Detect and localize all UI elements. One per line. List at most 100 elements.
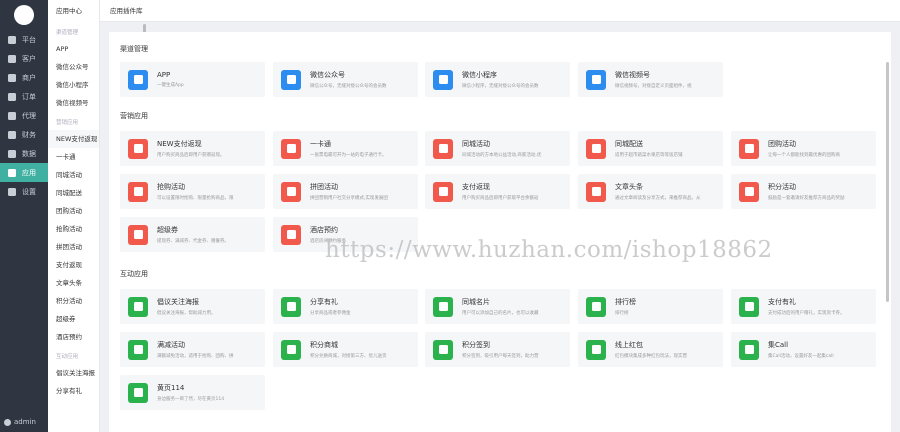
subnav-item[interactable]: 同城活动 bbox=[48, 166, 99, 184]
subnav-item[interactable]: APP bbox=[48, 40, 99, 58]
app-icon bbox=[433, 69, 453, 90]
gear-icon bbox=[8, 187, 16, 196]
subnav-item[interactable]: 积分活动 bbox=[48, 292, 99, 310]
app-card[interactable]: 分享有礼 分享商品或者参佣金 bbox=[273, 289, 418, 324]
app-icon bbox=[433, 138, 453, 159]
app-desc: 积分兑换商城，对接第三方、优儿送货 bbox=[310, 354, 387, 359]
app-card[interactable]: 积分商城积分兑换商城，对接第三方、优儿送货 bbox=[273, 332, 418, 367]
app-desc: 拼团营销用户社交分享模式,实现发展团 bbox=[310, 196, 388, 201]
app-card[interactable]: 集Call 集Call活动，设置好友一起集call bbox=[731, 332, 876, 367]
app-icon bbox=[128, 382, 148, 403]
subnav-group-title: 互动应用 bbox=[56, 354, 79, 360]
subnav-title: 应用中心 bbox=[56, 7, 82, 15]
app-icon bbox=[281, 138, 301, 159]
app-card[interactable]: 同城配送 适用于超市蔬菜水果店等等饭店铺 bbox=[578, 131, 723, 166]
nav-item-label: 平台 bbox=[22, 35, 36, 44]
subnav-item[interactable]: 抢购活动 bbox=[48, 220, 99, 238]
subnav-item[interactable]: 分享有礼 bbox=[48, 382, 99, 400]
app-title: 满减活动 bbox=[157, 341, 185, 349]
app-card[interactable]: 倡议关注海报倡议关注海报，帮助减力用。 bbox=[120, 289, 265, 324]
subnav-item[interactable]: 一卡通 bbox=[48, 148, 99, 166]
logo[interactable] bbox=[14, 5, 34, 25]
app-desc: 适用于超市蔬菜水果店等等饭店铺 bbox=[615, 153, 683, 158]
app-icon bbox=[739, 296, 759, 317]
app-desc: 用户可以添加自己的名片，也可以收藏 bbox=[462, 311, 539, 316]
app-card[interactable]: 拼团活动 拼团营销用户社交分享模式,实现发展团 bbox=[273, 174, 418, 209]
app-desc: 通过文章阅读及分享方式，来推荐商品，从 bbox=[615, 196, 701, 201]
app-card[interactable]: 线上红包红包模块集成多种红包玩法，现实营 bbox=[578, 332, 723, 367]
subnav-item[interactable]: 支付返现 bbox=[48, 256, 99, 274]
app-card[interactable]: 积分签到 积分签到，吸引用户每天签到，助力营 bbox=[425, 332, 570, 367]
app-desc: 让每一个人都能找到最优惠的团购商 bbox=[768, 153, 840, 158]
subnav-item[interactable]: 超级券 bbox=[48, 310, 99, 328]
app-card[interactable]: 排行榜 排行榜 bbox=[578, 289, 723, 324]
app-desc: 鼓励是一套邀请好友推荐方商品的奖励 bbox=[768, 196, 845, 201]
nav-item-0[interactable]: 平台 bbox=[0, 30, 48, 49]
app-card[interactable]: 黄页114 身边服务一目了然，尽在黄页114 bbox=[120, 375, 265, 410]
app-card[interactable]: NEW支付返现 用户购买商品后即用户获赠返现。 bbox=[120, 131, 265, 166]
app-title: 线上红包 bbox=[615, 341, 643, 349]
app-card[interactable]: 支付有礼支付成功后的用户赠礼，实现资卡券。 bbox=[731, 289, 876, 324]
app-title: 支付有礼 bbox=[768, 298, 796, 306]
nav-item-5[interactable]: 财务 bbox=[0, 125, 48, 144]
app-title: 倡议关注海报 bbox=[157, 298, 199, 306]
app-card[interactable]: 微信公众号 微信公众号，无缝对接公众号的会员数 bbox=[273, 62, 418, 97]
nav-item-3[interactable]: 订单 bbox=[0, 87, 48, 106]
subnav-item[interactable]: 微信视频号 bbox=[48, 94, 99, 112]
app-card[interactable]: 抢购活动 可以设置限时抢购、限量抢购商品，限 bbox=[120, 174, 265, 209]
app-desc: 微信公众号，无缝对接公众号的会员数 bbox=[310, 84, 387, 89]
user-menu[interactable]: admin bbox=[4, 418, 36, 426]
app-desc: 支付成功后的用户赠礼，实现资卡券。 bbox=[768, 311, 845, 316]
nav-item-8[interactable]: 设置 bbox=[0, 182, 48, 201]
nav-item-7[interactable]: 应用 bbox=[0, 163, 48, 182]
subnav-item[interactable]: 同城配送 bbox=[48, 184, 99, 202]
nav-item-label: 设置 bbox=[22, 187, 36, 196]
app-title: 微信视频号 bbox=[615, 71, 650, 79]
app-card[interactable]: 文章头条 通过文章阅读及分享方式，来推荐商品，从 bbox=[578, 174, 723, 209]
app-title: 酒店预约 bbox=[310, 226, 338, 234]
subnav-item[interactable]: 酒店预约 bbox=[48, 328, 99, 346]
subnav-item[interactable]: NEW支付返现 bbox=[48, 130, 99, 148]
app-card[interactable]: 超级券 提现券、满减券、代金券、赠餐券。 bbox=[120, 217, 265, 252]
app-desc: 用户购买商品后即用户获取平台余额返 bbox=[462, 196, 539, 201]
app-card[interactable]: 满减活动 满额减免活动，适用于抢购、团购、拼 bbox=[120, 332, 265, 367]
app-card[interactable]: 微信视频号 微信视频号，对接自定义页面组件，视 bbox=[578, 62, 723, 97]
subnav-item[interactable]: 团购活动 bbox=[48, 202, 99, 220]
nav-item-label: 订单 bbox=[22, 92, 36, 101]
app-icon bbox=[128, 224, 148, 245]
subnav-item[interactable]: 微信公众号 bbox=[48, 58, 99, 76]
app-card[interactable]: 一卡通 一张票电最可开为一站的电子通行卡。 bbox=[273, 131, 418, 166]
app-desc: 倡议关注海报，帮助减力用。 bbox=[157, 311, 216, 316]
nav-item-4[interactable]: 代理 bbox=[0, 106, 48, 125]
subnav-group-title: 渠道管理 bbox=[56, 30, 79, 36]
app-icon bbox=[281, 224, 301, 245]
app-card[interactable]: 同城活动 同城活动的方本地公益活动,商家活动,优 bbox=[425, 131, 570, 166]
app-card[interactable]: 同城名片 用户可以添加自己的名片，也可以收藏 bbox=[425, 289, 570, 324]
app-title: 积分商城 bbox=[310, 341, 338, 349]
subnav-item[interactable]: 微信小程序 bbox=[48, 76, 99, 94]
app-title: 集Call bbox=[768, 341, 789, 349]
header: 应用插件库 bbox=[100, 0, 900, 22]
app-desc: 红包模块集成多种红包玩法，现实营 bbox=[615, 354, 687, 359]
subnav-item[interactable]: 拼团活动 bbox=[48, 238, 99, 256]
page-title: 应用插件库 bbox=[110, 7, 143, 15]
app-card[interactable]: 团购活动让每一个人都能找到最优惠的团购商 bbox=[731, 131, 876, 166]
nav-item-1[interactable]: 客户 bbox=[0, 49, 48, 68]
subnav-item[interactable]: 倡议关注海报 bbox=[48, 364, 99, 382]
app-icon bbox=[281, 296, 301, 317]
app-title: 一卡通 bbox=[310, 140, 331, 148]
nav-item-2[interactable]: 商户 bbox=[0, 68, 48, 87]
app-title: 排行榜 bbox=[615, 298, 636, 306]
subnav-item[interactable]: 文章头条 bbox=[48, 274, 99, 292]
app-title: 积分签到 bbox=[462, 341, 490, 349]
app-icon bbox=[586, 69, 606, 90]
main-scrollbar[interactable] bbox=[886, 62, 889, 302]
app-title: 团购活动 bbox=[768, 140, 796, 148]
app-icon bbox=[281, 339, 301, 360]
nav-item-6[interactable]: 数据 bbox=[0, 144, 48, 163]
app-card[interactable]: 微信小程序 微信小程序，无缝对接公众号的会员数 bbox=[425, 62, 570, 97]
app-card[interactable]: 积分活动 鼓励是一套邀请好友推荐方商品的奖励 bbox=[731, 174, 876, 209]
app-card[interactable]: APP 一键生成App bbox=[120, 62, 265, 97]
app-card[interactable]: 支付返现 用户购买商品后即用户获取平台余额返 bbox=[425, 174, 570, 209]
app-icon bbox=[586, 296, 606, 317]
